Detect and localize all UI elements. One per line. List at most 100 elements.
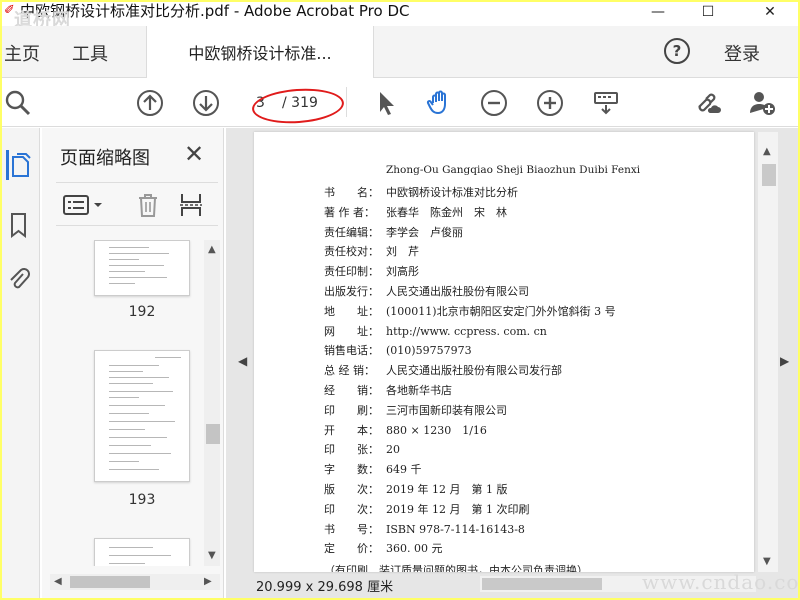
copyright-row-label: 经 销： [324, 384, 379, 397]
tab-home[interactable]: 主页 [4, 40, 40, 66]
hand-tool-button[interactable] [424, 87, 456, 119]
select-tool-button[interactable] [370, 87, 402, 119]
copyright-row-label: 印 刷： [324, 403, 379, 417]
doc-scroll-up-icon[interactable]: ▲ [763, 146, 771, 157]
search-button[interactable] [2, 87, 34, 119]
tab-document[interactable]: 中欧钢桥设计标准... [146, 26, 374, 78]
document-vertical-scrollbar[interactable]: ▲ ▼ [758, 132, 778, 572]
zoom-out-icon [481, 90, 507, 116]
tab-bar: 主页 工具 中欧钢桥设计标准... ? 登录 [2, 26, 798, 78]
copyright-row: 经 销： 各地新华书店 [324, 382, 452, 398]
copyright-row: 出版发行： 人民交通出版社股份有限公司 [324, 283, 529, 299]
thumbnail-label-193: 193 [128, 492, 156, 508]
copyright-row-label: 地 址： [324, 304, 379, 318]
collapse-right-panel-icon[interactable]: ▶ [780, 354, 789, 368]
scroll-left-arrow-icon[interactable]: ◀ [54, 576, 62, 587]
bookmark-icon [11, 213, 26, 238]
copyright-row-value: (100011)北京市朝阳区安定门外外馆斜街 3 号 [386, 304, 616, 318]
title-bar: ✐ 中欧钢桥设计标准对比分析.pdf - Adobe Acrobat Pro D… [2, 2, 798, 31]
document-scroll-thumb[interactable] [762, 164, 776, 186]
document-hscroll-thumb[interactable] [482, 578, 602, 590]
thumbnail-hscroll-thumb[interactable] [70, 576, 150, 588]
share-link-button[interactable] [692, 87, 724, 119]
document-view: ◀ Zhong-Ou Gangqiao Sheji Biaozhun Duibi… [226, 128, 798, 598]
panel-title: 页面缩略图 [60, 148, 150, 169]
thumbnail-options-button[interactable] [62, 191, 106, 219]
copyright-row: 书 号： ISBN 978-7-114-16143-8 [324, 521, 525, 537]
copyright-row: 印 刷： 三河市国新印装有限公司 [324, 402, 507, 418]
navigation-rail [2, 128, 40, 598]
thumbnail-horizontal-scrollbar[interactable]: ◀ ▶ [50, 574, 220, 590]
copyright-row-label: 责任校对： [324, 245, 379, 259]
copyright-row-value: 649 千 [386, 463, 422, 477]
bookmarks-button[interactable] [6, 210, 32, 240]
thumbnail-vertical-scrollbar[interactable]: ▲ ▼ [204, 240, 220, 566]
delete-page-button[interactable] [136, 191, 160, 219]
minimize-button[interactable]: — [638, 2, 678, 22]
copyright-row-label: 著 作 者： [324, 205, 375, 219]
copyright-row-label: 责任印制： [324, 265, 379, 279]
copyright-row: 版 次： 2019 年 12 月 第 1 版 [324, 481, 507, 497]
next-page-button[interactable] [190, 87, 222, 119]
page-thumbnails-button[interactable] [6, 150, 32, 180]
thumbnail-page-192[interactable] [94, 240, 190, 296]
copyright-row-value: 李学会 卢俊丽 [386, 225, 463, 239]
copyright-row: 印 次： 2019 年 12 月 第 1 次印刷 [324, 501, 529, 517]
copyright-row-label: 印 次： [324, 502, 379, 516]
scroll-right-arrow-icon[interactable]: ▶ [204, 576, 212, 587]
login-button[interactable]: 登录 [724, 40, 760, 66]
scroll-down-arrow-icon[interactable]: ▼ [208, 550, 216, 561]
page-dimensions: 20.999 x 29.698 厘米 [256, 580, 394, 595]
add-user-button[interactable] [746, 87, 778, 119]
attachments-button[interactable] [6, 264, 32, 294]
maximize-button[interactable]: ☐ [688, 2, 728, 22]
copyright-row-label: 总 经 销： [324, 364, 375, 378]
doc-scroll-down-icon[interactable]: ▼ [763, 556, 771, 567]
zoom-out-button[interactable] [478, 87, 510, 119]
copyright-row: 地 址： (100011)北京市朝阳区安定门外外馆斜街 3 号 [324, 303, 616, 319]
copyright-row-label: 开 本： [324, 423, 379, 437]
page-layout-button[interactable] [178, 191, 204, 219]
previous-page-button[interactable] [134, 87, 166, 119]
copyright-row-label: 网 址： [324, 324, 379, 338]
current-page-input[interactable]: 3 [250, 95, 276, 111]
page-number-field[interactable]: 3 / 319 [250, 91, 342, 115]
copyright-row-value: 各地新华书店 [386, 384, 452, 397]
copyright-row: 责任校对： 刘 芹 [324, 243, 419, 259]
copyright-row: 责任印制： 刘高彤 [324, 263, 419, 279]
options-list-icon [63, 195, 102, 215]
copyright-row-label: 版 次： [324, 483, 379, 496]
copyright-row-value: 360. 00 元 [386, 542, 443, 556]
page-display-button[interactable] [590, 87, 622, 119]
help-icon: ? [672, 42, 682, 60]
copyright-row: 总 经 销： 人民交通出版社股份有限公司发行部 [324, 362, 562, 378]
copyright-row-value: 20 [386, 443, 400, 457]
add-person-icon [750, 92, 775, 115]
copyright-row-label: 定 价： [324, 542, 379, 556]
collapse-left-panel-icon[interactable]: ◀ [238, 354, 247, 368]
copyright-row-label: 印 张： [324, 443, 379, 457]
help-button[interactable]: ? [664, 38, 690, 64]
search-icon [5, 90, 31, 116]
copyright-row: 销售电话： (010)59757973 [324, 342, 472, 358]
window-title: 中欧钢桥设计标准对比分析.pdf - Adobe Acrobat Pro DC [20, 2, 410, 20]
copyright-row-value: 张春华 陈金州 宋 林 [386, 205, 507, 219]
close-panel-button[interactable]: ✕ [184, 140, 204, 168]
copyright-row-label: 出版发行： [324, 285, 379, 298]
acrobat-window: ✐ 中欧钢桥设计标准对比分析.pdf - Adobe Acrobat Pro D… [2, 2, 798, 598]
toolbar-divider [346, 87, 347, 117]
scroll-up-arrow-icon[interactable]: ▲ [208, 244, 216, 255]
thumbnail-scroll-thumb[interactable] [206, 424, 220, 444]
copyright-row-value: 三河市国新印装有限公司 [386, 403, 507, 417]
copyright-row: 开 本： 880 × 1230 1/16 [324, 422, 487, 438]
copyright-row-value: 人民交通出版社股份有限公司发行部 [386, 364, 562, 378]
close-window-button[interactable]: ✕ [750, 2, 790, 22]
copyright-row-value: (010)59757973 [386, 344, 472, 358]
page-break-icon [180, 194, 202, 216]
page-header-pinyin: Zhong-Ou Gangqiao Sheji Biaozhun Duibi F… [386, 164, 641, 176]
thumbnail-page-next[interactable] [94, 538, 190, 566]
tab-tools[interactable]: 工具 [72, 40, 108, 66]
site-watermark: www.cndao.com [642, 570, 798, 594]
thumbnail-page-193[interactable] [94, 350, 190, 482]
zoom-in-button[interactable] [534, 87, 566, 119]
